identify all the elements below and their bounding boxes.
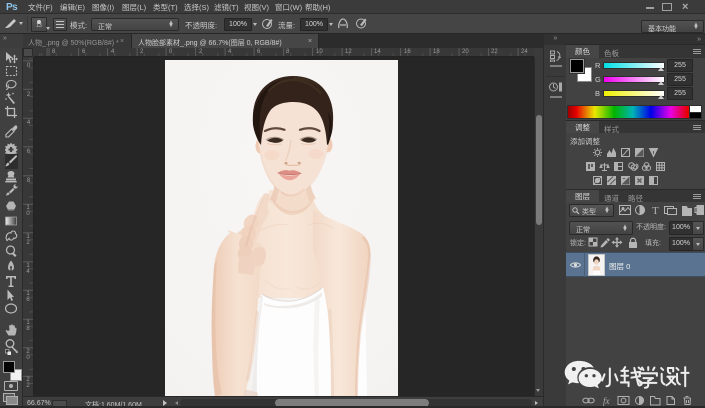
svg-text:T: T bbox=[652, 205, 659, 216]
